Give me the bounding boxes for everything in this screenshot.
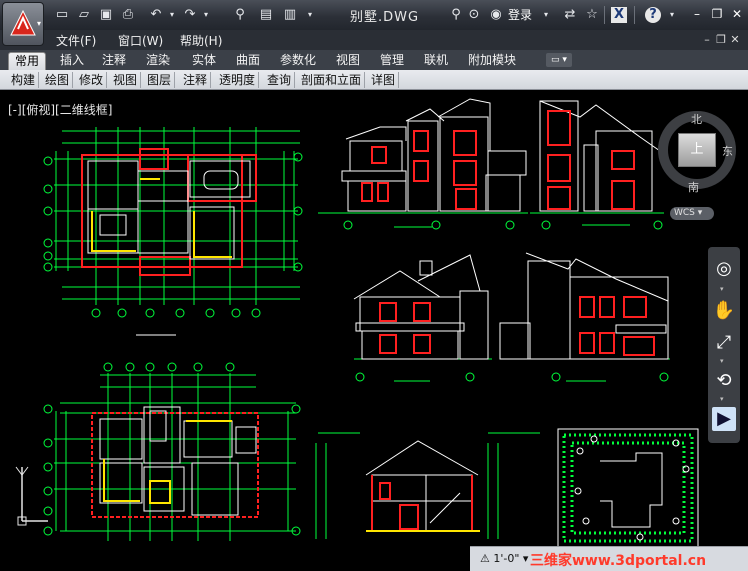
panel-details[interactable]: 详图 [368,72,400,88]
cad-drawing [43,98,699,548]
ribbon-minimize-button[interactable]: ▭ ▾ [546,53,572,67]
autocad-logo-icon [10,9,36,36]
close-icon[interactable]: ✕ [728,6,746,22]
app-menu-arrow-icon: ▾ [36,19,41,28]
tab-insert[interactable]: 插入 [54,52,90,70]
orbit-icon[interactable]: ⟲ [712,369,736,393]
print-icon[interactable]: ⎙ [120,7,136,23]
undo-dropdown-icon[interactable]: ▾ [164,7,180,23]
panel-layers[interactable]: 图层 [144,72,176,88]
drawing-canvas[interactable]: [-][俯视][二维线框] 北 东 南 上 WCS ▾ ◎ ▾ ✋ ⤢ ▾ ⟲ … [0,91,748,571]
panel-inquiry[interactable]: 查询 [264,72,296,88]
open-icon[interactable]: ▱ [76,7,92,23]
tab-home[interactable]: 常用 [8,52,47,70]
customize-quick-access-icon[interactable]: ▾ [302,7,318,23]
floor-plan-second-floor [43,362,301,541]
menu-help[interactable]: 帮助(H) [180,32,222,49]
search-icon[interactable]: ⚲ [448,7,464,23]
viewcube[interactable]: 北 东 南 上 WCS ▾ [658,107,738,220]
document-title: 别墅.DWG [350,10,420,25]
panel-build[interactable]: 构建 [8,72,40,88]
menu-bar: 文件(F) 窗口(W) 帮助(H) – ❐ ✕ [0,30,748,50]
elevation-north [353,254,492,382]
application-menu-button[interactable]: ▾ [2,2,44,46]
building-section [315,432,540,539]
site-plan [557,428,699,548]
status-bar: ⚠ 1'-0" ▾ 三维家www.3dportal.cn [470,546,748,571]
panel-modify[interactable]: 修改 [76,72,108,88]
tab-annotate[interactable]: 注释 [96,52,132,70]
login-button[interactable]: 登录 [508,6,532,23]
autodesk-exchange-icon[interactable]: X [611,7,627,23]
watermark-text: 三维家www.3dportal.cn [530,553,707,569]
tab-online[interactable]: 联机 [418,52,454,70]
plot-preview-icon[interactable]: ▤ [258,7,274,23]
tab-render[interactable]: 渲染 [140,52,176,70]
help-dropdown-icon[interactable]: ▾ [664,7,680,23]
viewcube-top-face[interactable]: 上 [678,133,716,167]
doc-restore-icon[interactable]: ❐ [714,33,728,47]
orbit-dropdown-icon[interactable]: ▾ [720,395,724,403]
floor-plan-first-floor [43,127,303,336]
compass-north-label[interactable]: 北 [691,111,702,127]
ucs-menu-button[interactable]: WCS ▾ [670,207,714,220]
ucs-label: WCS [674,208,695,218]
panel-transparency[interactable]: 透明度 [216,72,260,88]
menu-file[interactable]: 文件(F) [56,32,96,49]
compass-south-label[interactable]: 南 [688,179,699,195]
login-dropdown-icon[interactable]: ▾ [538,7,554,23]
annotation-scale-value: 1'-0" [493,552,520,565]
exchange-icon[interactable]: ⇄ [562,7,578,23]
zoom-extents-icon[interactable]: ⤢ [712,331,736,355]
ribbon-tab-bar: 常用 插入 注释 渲染 实体 曲面 参数化 视图 管理 联机 附加模块 ▭ ▾ [0,50,748,70]
redo-dropdown-icon[interactable]: ▾ [198,7,214,23]
tab-surface[interactable]: 曲面 [230,52,266,70]
save-icon[interactable]: ▣ [98,7,114,23]
tab-manage[interactable]: 管理 [374,52,410,70]
elevation-south [318,98,528,230]
new-icon[interactable]: ▭ [54,7,70,23]
showmotion-icon[interactable]: ▶ [712,407,736,431]
help-icon[interactable]: ? [645,7,661,23]
undo-icon[interactable]: ↶ [148,7,164,23]
tab-parametric[interactable]: 参数化 [274,52,322,70]
ribbon-panel-bar: 构建 绘图 修改 视图 图层 注释 透明度 查询 剖面和立面 详图 [0,70,748,90]
binoculars-icon[interactable]: ⊙ [466,7,482,23]
navigation-bar: ◎ ▾ ✋ ⤢ ▾ ⟲ ▾ ▶ [708,247,740,443]
tab-view[interactable]: 视图 [330,52,366,70]
panel-section-elevation[interactable]: 剖面和立面 [298,72,366,88]
panel-annotation[interactable]: 注释 [180,72,212,88]
ucs-axis-icon [15,466,48,526]
star-icon[interactable]: ☆ [584,7,600,23]
redo-icon[interactable]: ↷ [182,7,198,23]
doc-minimize-icon[interactable]: – [700,33,714,47]
sheet-set-icon[interactable]: ▥ [282,7,298,23]
zoom-dropdown-icon[interactable]: ▾ [720,357,724,365]
minimize-icon[interactable]: – [688,6,706,22]
tab-addins[interactable]: 附加模块 [462,52,522,70]
menu-window[interactable]: 窗口(W) [118,32,163,49]
user-icon[interactable]: ◉ [488,7,504,23]
annotation-scale-button[interactable]: ⚠ 1'-0" ▾ [480,552,528,565]
elevation-east [530,100,664,230]
restore-icon[interactable]: ❐ [708,6,726,22]
panel-view[interactable]: 视图 [110,72,142,88]
steering-wheel-icon[interactable]: ◎ [712,257,736,281]
elevation-west [499,252,670,382]
title-bar: ▭ ▱ ▣ ⎙ ↶ ▾ ↷ ▾ ⚲ ▤ ▥ ▾ 别墅.DWG ⚲ ⊙ ◉ 登录 … [0,0,748,30]
tab-solid[interactable]: 实体 [186,52,222,70]
pan-hand-icon[interactable]: ✋ [712,299,736,323]
doc-close-icon[interactable]: ✕ [728,33,742,47]
steering-wheel-dropdown-icon[interactable]: ▾ [720,285,724,293]
compass-east-label[interactable]: 东 [722,143,733,159]
match-properties-icon[interactable]: ⚲ [232,7,248,23]
panel-draw[interactable]: 绘图 [42,72,74,88]
